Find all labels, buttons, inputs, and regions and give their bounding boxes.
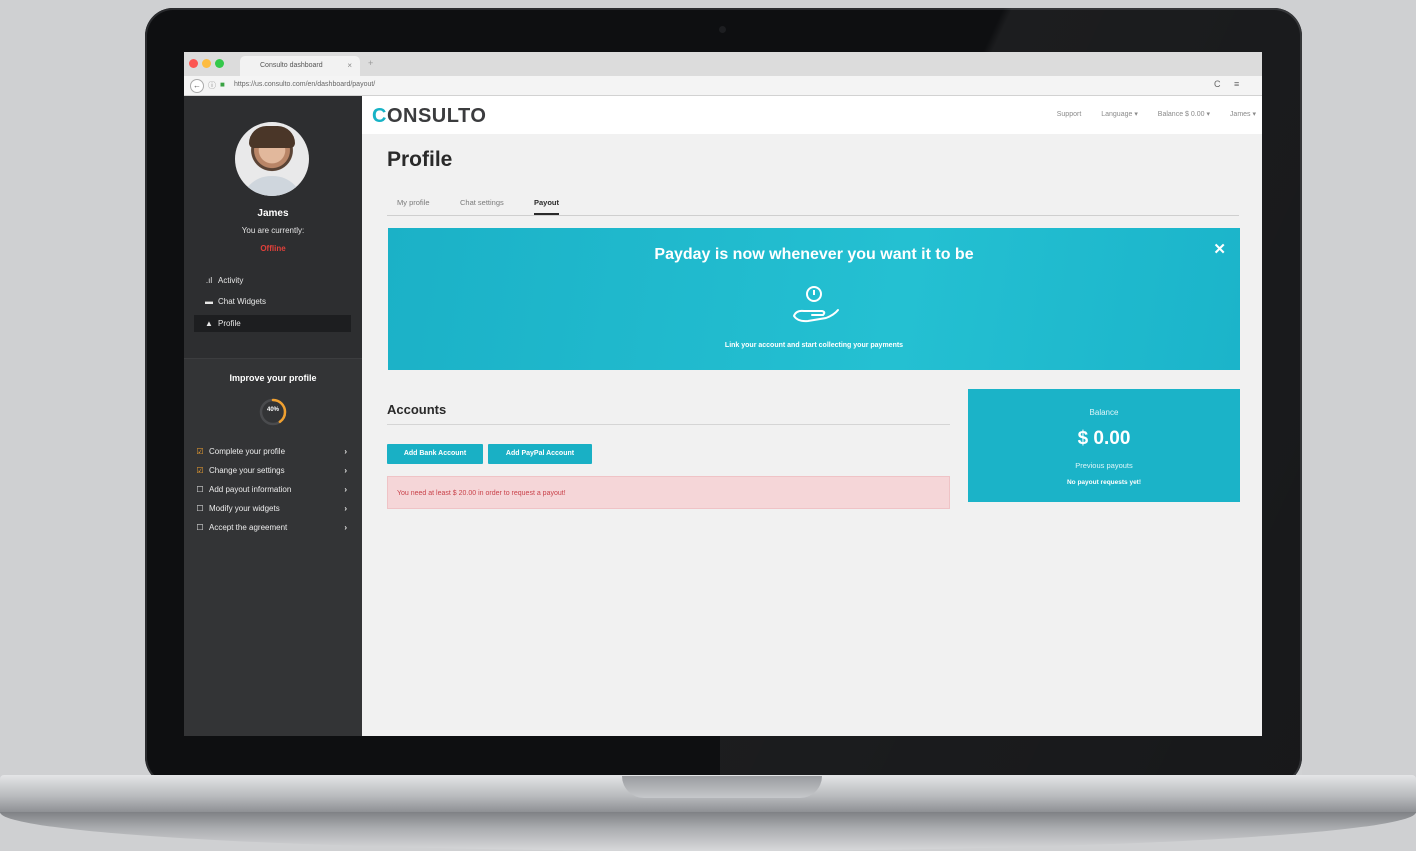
balance-card: Balance $ 0.00 Previous payouts No payou… <box>968 389 1240 502</box>
close-icon[interactable]: ✕ <box>1213 240 1226 258</box>
logo-c: C <box>372 105 387 127</box>
avatar-shirt <box>241 176 303 196</box>
laptop-notch <box>622 776 822 798</box>
task-item[interactable]: ☐ Add payout information › <box>195 481 355 499</box>
add-bank-account-button[interactable]: Add Bank Account <box>387 444 483 464</box>
close-window-button[interactable] <box>189 59 198 68</box>
improve-title: Improve your profile <box>229 373 317 383</box>
zoom-window-button[interactable] <box>215 59 224 68</box>
task-item[interactable]: ☑ Complete your profile › <box>195 443 355 461</box>
improve-profile-panel: Improve your profile 40% ☑ Complete your … <box>184 358 362 736</box>
profile-tabs: My profile Chat settings Payout <box>387 194 1239 216</box>
task-item[interactable]: ☐ Accept the agreement › <box>195 519 355 537</box>
balance-value: $ 0.00 <box>1077 428 1131 449</box>
chevron-right-icon: › <box>344 504 347 513</box>
payout-alert: You need at least $ 20.00 in order to re… <box>387 476 950 509</box>
avatar[interactable] <box>235 122 309 196</box>
sidebar-item-label: Profile <box>218 319 241 328</box>
unchecked-icon: ☐ <box>196 485 204 494</box>
status-value[interactable]: Offline <box>184 244 362 253</box>
laptop-bottom <box>0 812 1416 851</box>
divider <box>387 424 950 425</box>
reload-icon[interactable]: C <box>1214 79 1221 89</box>
user-icon: ▲ <box>205 319 213 328</box>
sidebar-item-label: Chat Widgets <box>218 297 267 306</box>
checked-icon: ☑ <box>196 466 204 475</box>
lock-icon: ■ <box>220 80 225 89</box>
balance-dropdown[interactable]: Balance $ 0.00 ▾ <box>1158 111 1210 118</box>
topnav-links: Support Language ▾ Balance $ 0.00 ▾ Jame… <box>1039 110 1256 118</box>
sidebar-item-label: Activity <box>218 276 244 285</box>
bar-chart-icon: .ıl <box>205 276 213 285</box>
task-label: Add payout information <box>209 485 292 494</box>
status-label: You are currently: <box>241 226 305 235</box>
chevron-right-icon: › <box>344 485 347 494</box>
menu-icon[interactable]: ≡ <box>1234 79 1239 89</box>
balance-label: Balance <box>1089 408 1119 417</box>
unchecked-icon: ☐ <box>196 523 204 532</box>
browser-tab[interactable]: Consulto dashboard × <box>240 56 360 76</box>
logo-text: ONSULTO <box>386 105 487 127</box>
sidebar: James You are currently: Offline .ıl Acti… <box>184 96 362 736</box>
task-label: Modify your widgets <box>209 504 280 513</box>
previous-payouts-label: Previous payouts <box>1075 461 1133 470</box>
close-tab-icon[interactable]: × <box>347 61 352 70</box>
chevron-right-icon: › <box>344 466 347 475</box>
tab-payout[interactable]: Payout <box>534 198 560 215</box>
url-field[interactable]: https://us.consulto.com/en/dashboard/pay… <box>234 81 375 88</box>
browser-tabbar: Consulto dashboard × + <box>184 52 1262 77</box>
tab-my-profile[interactable]: My profile <box>397 198 430 207</box>
checked-icon: ☑ <box>196 447 204 456</box>
browser-tab-title: Consulto dashboard <box>260 62 323 69</box>
payday-banner: Payday is now whenever you want it to be… <box>388 228 1240 370</box>
language-dropdown[interactable]: Language ▾ <box>1101 111 1138 118</box>
screen: Consulto dashboard × + ← ⓘ ■ https://us.… <box>184 52 1262 736</box>
address-bar: ← ⓘ ■ https://us.consulto.com/en/dashboa… <box>184 76 1262 96</box>
logo[interactable]: CONSULTO <box>372 105 486 128</box>
unchecked-icon: ☐ <box>196 504 204 513</box>
camera <box>719 26 726 33</box>
sidebar-item-chat-widgets[interactable]: ▬ Chat Widgets <box>194 293 351 310</box>
chevron-right-icon: › <box>344 523 347 532</box>
back-button[interactable]: ← <box>190 79 204 93</box>
no-payouts-text: No payout requests yet! <box>1066 479 1142 486</box>
chat-icon: ▬ <box>205 297 213 306</box>
minimize-window-button[interactable] <box>202 59 211 68</box>
top-navbar: CONSULTO Support Language ▾ Balance $ 0.… <box>362 96 1262 134</box>
add-paypal-account-button[interactable]: Add PayPal Account <box>488 444 592 464</box>
info-icon[interactable]: ⓘ <box>208 80 216 91</box>
hand-coin-icon <box>793 286 839 323</box>
support-link[interactable]: Support <box>1057 111 1082 118</box>
sidebar-item-activity[interactable]: .ıl Activity <box>194 272 351 289</box>
task-label: Accept the agreement <box>209 523 288 532</box>
task-item[interactable]: ☑ Change your settings › <box>195 462 355 480</box>
chevron-right-icon: › <box>344 447 347 456</box>
task-label: Complete your profile <box>209 447 286 456</box>
sidebar-item-profile[interactable]: ▲ Profile <box>194 315 351 332</box>
banner-subtitle: Link your account and start collecting y… <box>724 342 904 349</box>
new-tab-button[interactable]: + <box>368 58 373 68</box>
accounts-title: Accounts <box>387 402 447 417</box>
banner-title: Payday is now whenever you want it to be <box>654 246 974 263</box>
task-item[interactable]: ☐ Modify your widgets › <box>195 500 355 518</box>
task-label: Change your settings <box>209 466 285 475</box>
avatar-hair <box>249 126 295 148</box>
progress-text: 40% <box>266 407 279 413</box>
tab-chat-settings[interactable]: Chat settings <box>460 198 504 207</box>
profile-progress: 40% <box>258 397 288 427</box>
user-name: James <box>257 208 289 219</box>
user-dropdown[interactable]: James ▾ <box>1230 111 1256 118</box>
page-title: Profile <box>387 148 453 171</box>
